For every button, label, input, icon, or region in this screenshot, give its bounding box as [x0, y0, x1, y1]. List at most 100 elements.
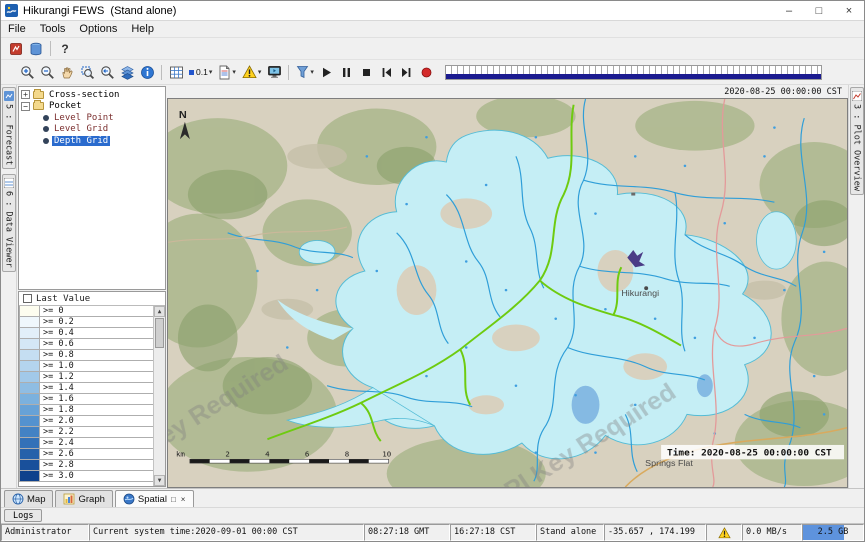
chevron-down-icon: ▾	[209, 69, 213, 76]
legend-row[interactable]: >= 2.8	[19, 460, 153, 471]
scale-tick: 4	[265, 450, 270, 459]
maximize-button[interactable]: □	[804, 1, 834, 20]
expand-icon[interactable]: +	[21, 90, 30, 99]
menu-file[interactable]: File	[1, 22, 33, 36]
scrollbar-thumb[interactable]	[155, 318, 164, 348]
filter-dropdown[interactable]: ▾	[293, 63, 317, 82]
legend-label: >= 0	[40, 306, 153, 316]
legend-swatch	[20, 328, 40, 338]
tab-spatial[interactable]: Spatial □ ×	[115, 490, 195, 507]
tree-item-label: Level Grid	[52, 124, 110, 134]
record-button[interactable]	[417, 63, 437, 82]
legend-row[interactable]: >= 2.6	[19, 449, 153, 460]
zoom-box-button[interactable]	[77, 63, 97, 82]
minimize-button[interactable]: –	[774, 1, 804, 20]
skip-start-button[interactable]	[377, 63, 397, 82]
legend-label: >= 2.0	[40, 416, 153, 426]
tab-forecast[interactable]: 5 : Forecast	[2, 87, 16, 169]
panel-maximize-icon[interactable]: □	[170, 495, 177, 504]
map-canvas[interactable]: API Key Required API Key Required Hikura…	[167, 98, 848, 488]
forecast-chart-button[interactable]	[6, 39, 26, 58]
tree-item-cross-section[interactable]: + Cross-section	[21, 89, 165, 101]
timeline-slider[interactable]	[445, 65, 822, 80]
tab-plot-overview-label: 3 : Plot Overview	[852, 104, 862, 191]
left-tab-strip: 5 : Forecast 6 : Data Viewer	[1, 85, 17, 488]
warning-icon	[718, 527, 731, 539]
legend-swatch	[20, 449, 40, 459]
tree-item-level-point[interactable]: Level Point	[21, 112, 165, 124]
legend-row[interactable]: >= 2.0	[19, 416, 153, 427]
display-button[interactable]	[264, 63, 284, 82]
legend-swatch	[20, 471, 40, 481]
legend-row[interactable]: >= 0	[19, 306, 153, 317]
scale-tick: 2	[225, 450, 229, 459]
map-topbar: 2020-08-25 00:00:00 CST	[167, 85, 848, 98]
legend-row[interactable]: >= 3.0	[19, 471, 153, 482]
tab-graph[interactable]: Graph	[55, 490, 112, 507]
legend-row[interactable]: >= 0.4	[19, 328, 153, 339]
legend-row[interactable]: >= 0.2	[19, 317, 153, 328]
tree-item-depth-grid[interactable]: Depth Grid	[21, 135, 165, 147]
warnings-dropdown[interactable]: ▾	[239, 63, 265, 82]
scroll-up-icon[interactable]: ▲	[154, 306, 165, 317]
legend-row[interactable]: >= 2.2	[19, 427, 153, 438]
zoom-in-button[interactable]	[17, 63, 37, 82]
tree-item-pocket[interactable]: − Pocket	[21, 101, 165, 113]
north-label: N	[179, 109, 187, 121]
tree-item-level-grid[interactable]: Level Grid	[21, 124, 165, 136]
layer-node-icon	[43, 115, 49, 121]
scroll-down-icon[interactable]: ▼	[154, 475, 165, 486]
pan-button[interactable]	[57, 63, 77, 82]
info-button[interactable]	[137, 63, 157, 82]
tree-item-label: Cross-section	[47, 90, 121, 100]
layers-button[interactable]	[117, 63, 137, 82]
tab-plot-overview[interactable]: 3 : Plot Overview	[850, 87, 864, 195]
legend-label: >= 3.0	[40, 471, 153, 481]
zoom-out-button[interactable]	[37, 63, 57, 82]
stop-button[interactable]	[357, 63, 377, 82]
tab-map[interactable]: Map	[4, 490, 53, 507]
legend-row[interactable]: >= 0.8	[19, 350, 153, 361]
status-memory-value: 2.5 GB	[818, 527, 849, 537]
tree-item-label: Pocket	[47, 101, 84, 111]
database-button[interactable]	[26, 39, 46, 58]
menu-options[interactable]: Options	[72, 22, 124, 36]
legend-label: >= 1.2	[40, 372, 153, 382]
folder-icon	[33, 91, 44, 99]
panel-close-icon[interactable]: ×	[180, 495, 187, 504]
legend-swatch	[20, 416, 40, 426]
tab-data-viewer-label: 6 : Data Viewer	[4, 191, 14, 268]
menu-help[interactable]: Help	[124, 22, 161, 36]
legend-row[interactable]: >= 1.6	[19, 394, 153, 405]
legend-row[interactable]: >= 1.8	[19, 405, 153, 416]
legend-row[interactable]: >= 1.4	[19, 383, 153, 394]
interval-dropdown[interactable]: 0.1 ▾	[186, 63, 215, 82]
grid-display-button[interactable]	[166, 63, 186, 82]
legend-label: >= 2.6	[40, 449, 153, 459]
timeseries-dropdown[interactable]: ▾	[215, 63, 239, 82]
legend-row[interactable]: >= 0.6	[19, 339, 153, 350]
close-button[interactable]: ×	[834, 1, 864, 20]
legend-row[interactable]: >= 1.2	[19, 372, 153, 383]
last-value-checkbox[interactable]	[23, 294, 32, 303]
zoom-previous-button[interactable]	[97, 63, 117, 82]
menu-bar: File Tools Options Help	[1, 21, 864, 38]
legend-swatch	[20, 361, 40, 371]
skip-start-icon	[380, 66, 393, 79]
menu-tools[interactable]: Tools	[33, 22, 73, 36]
play-button[interactable]	[317, 63, 337, 82]
data-viewer-icon	[4, 178, 14, 188]
legend-row[interactable]: >= 2.4	[19, 438, 153, 449]
legend-scrollbar[interactable]: ▲ ▼	[153, 306, 165, 486]
logs-button[interactable]: Logs	[4, 509, 42, 522]
help-button[interactable]: ?	[55, 39, 75, 58]
tab-data-viewer[interactable]: 6 : Data Viewer	[2, 174, 16, 272]
collapse-icon[interactable]: −	[21, 102, 30, 111]
scale-tick: 6	[305, 450, 309, 459]
legend-row[interactable]: >= 1.0	[19, 361, 153, 372]
status-warning[interactable]	[706, 524, 742, 541]
skip-end-button[interactable]	[397, 63, 417, 82]
status-cst-time: 16:27:18 CST	[450, 524, 536, 541]
pause-button[interactable]	[337, 63, 357, 82]
map-image: API Key Required API Key Required Hikura…	[168, 99, 847, 487]
